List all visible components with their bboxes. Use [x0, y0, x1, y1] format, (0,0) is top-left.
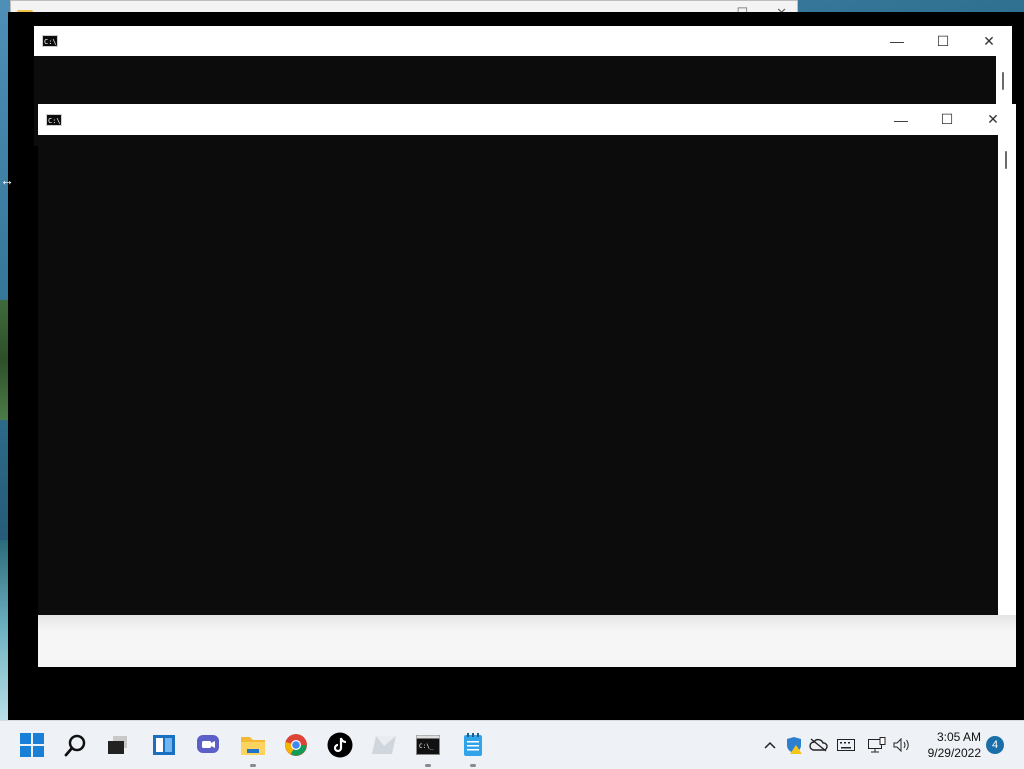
- minimize-button[interactable]: —: [878, 104, 924, 135]
- taskbar: C:\_ 3:05 AM 9/29/2022 4: [0, 720, 1024, 769]
- chrome-icon: [285, 734, 307, 756]
- task-view-icon: [108, 736, 127, 754]
- volume-tray-button[interactable]: [891, 721, 913, 769]
- touch-keyboard-button[interactable]: [835, 721, 857, 769]
- console-titlebar[interactable]: C:\_ — ☐ ✕: [34, 26, 1012, 56]
- search-icon: [64, 734, 86, 757]
- console-titlebar[interactable]: C:\_ — ☐ ✕: [38, 104, 1016, 135]
- chrome-button[interactable]: [278, 727, 314, 763]
- maximize-button[interactable]: ☐: [920, 26, 966, 56]
- cmd-window-icon: C:\_: [42, 35, 61, 47]
- minimize-button[interactable]: —: [874, 26, 920, 56]
- file-explorer-button[interactable]: [235, 727, 271, 767]
- notepad-button[interactable]: [455, 727, 491, 767]
- chat-icon: [197, 735, 219, 753]
- tiktok-icon: [327, 732, 353, 758]
- mail-button[interactable]: [366, 727, 402, 763]
- network-tray-button[interactable]: [866, 721, 888, 769]
- running-indicator: [470, 764, 476, 767]
- shield-warning-icon: [787, 737, 802, 754]
- scrollbar-thumb[interactable]: [1005, 151, 1007, 169]
- onedrive-tray-button[interactable]: [808, 721, 830, 769]
- cmd-icon: C:\_: [416, 735, 440, 755]
- tiktok-button[interactable]: [322, 727, 358, 763]
- search-button[interactable]: [58, 727, 94, 763]
- maximize-button[interactable]: ☐: [924, 104, 970, 135]
- command-prompt-window-front[interactable]: C:\_ — ☐ ✕: [38, 104, 1016, 667]
- close-button[interactable]: ✕: [966, 26, 1012, 56]
- console-output-area[interactable]: [38, 135, 998, 615]
- notepad-icon: [464, 733, 482, 756]
- folder-icon: [241, 737, 265, 755]
- start-button[interactable]: [14, 727, 50, 763]
- command-prompt-button[interactable]: C:\_: [410, 727, 446, 767]
- windows-logo-icon: [20, 733, 44, 757]
- clock-date: 9/29/2022: [927, 746, 981, 760]
- scrollbar-thumb[interactable]: [1002, 72, 1004, 90]
- clock-time: 3:05 AM: [936, 730, 981, 744]
- widgets-icon: [153, 735, 175, 755]
- task-view-button[interactable]: [100, 727, 136, 763]
- security-tray-button[interactable]: [784, 721, 804, 769]
- close-button[interactable]: ✕: [970, 104, 1016, 135]
- cloud-offline-icon: [809, 738, 828, 752]
- widgets-button[interactable]: [146, 727, 182, 763]
- chevron-up-icon: [764, 741, 776, 749]
- resize-cursor-icon: ↔: [0, 172, 14, 188]
- running-indicator: [425, 764, 431, 767]
- show-hidden-icons-button[interactable]: [760, 721, 780, 769]
- cmd-window-icon: C:\_: [46, 113, 65, 126]
- network-icon: [868, 737, 886, 753]
- svg-text:C:\_: C:\_: [419, 743, 434, 750]
- mail-icon: [372, 736, 396, 754]
- volume-icon: [893, 738, 909, 752]
- notification-badge[interactable]: 4: [986, 736, 1004, 754]
- running-indicator: [250, 764, 256, 767]
- vertical-scrollbar[interactable]: [998, 135, 1016, 615]
- keyboard-icon: [837, 739, 855, 751]
- clock[interactable]: 3:05 AM 9/29/2022: [928, 729, 981, 761]
- chat-button[interactable]: [190, 727, 226, 763]
- window-bottom-area: [38, 615, 1016, 667]
